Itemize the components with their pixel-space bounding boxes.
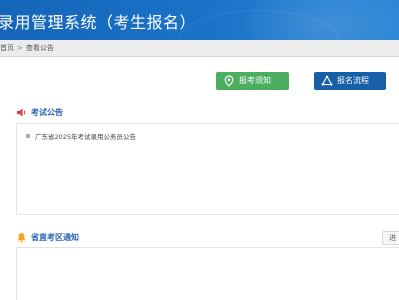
location-pin-icon: [223, 75, 235, 87]
bell-icon: [16, 232, 27, 243]
exam-notice-header: 考试公告: [16, 107, 63, 118]
notice-link[interactable]: 广东省2025年考试录用公务员公告: [35, 131, 136, 141]
speaker-icon: [16, 107, 27, 118]
exam-notice-list: 广东省2025年考试录用公务员公告: [16, 123, 399, 215]
region-notice-title: 省直考区通知: [31, 233, 79, 242]
breadcrumb: 首页 > 查看公告: [0, 40, 399, 57]
main-panel: 报考须知 报名流程 考试公告 广东省2025年考试录用公务员公告 省直考区通知 …: [0, 57, 399, 300]
more-button[interactable]: 进: [382, 231, 399, 245]
exam-guide-button[interactable]: 报考须知: [216, 72, 289, 90]
exam-guide-label: 报考须知: [239, 76, 271, 85]
bullet-icon: [26, 134, 30, 138]
region-notice-header: 省直考区通知: [16, 232, 79, 243]
region-notice-list: [16, 247, 399, 300]
registration-flow-button[interactable]: 报名流程: [314, 72, 386, 90]
breadcrumb-home[interactable]: 首页: [0, 40, 14, 57]
breadcrumb-separator: >: [17, 44, 23, 52]
breadcrumb-current: 查看公告: [25, 44, 54, 52]
list-item[interactable]: 广东省2025年考试录用公务员公告: [26, 131, 136, 141]
flow-icon: [321, 75, 333, 87]
registration-flow-label: 报名流程: [337, 76, 369, 85]
exam-notice-title: 考试公告: [31, 108, 63, 117]
app-header: 录用管理系统（考生报名）: [0, 0, 399, 40]
app-title: 录用管理系统（考生报名）: [0, 13, 197, 32]
